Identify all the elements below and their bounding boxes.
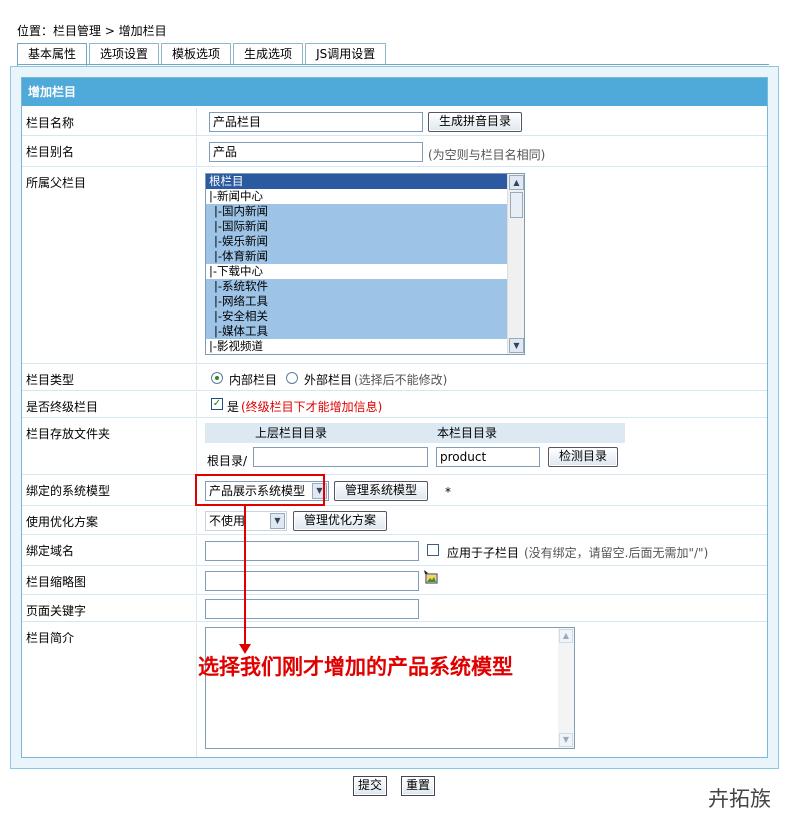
label-model: 绑定的系统模型 <box>22 476 197 505</box>
radio-internal-label: 内部栏目 <box>229 373 278 387</box>
thumb-input[interactable] <box>205 571 419 591</box>
manage-optimize-button[interactable]: 管理优化方案 <box>293 511 388 531</box>
domain-input[interactable] <box>205 541 419 561</box>
list-item[interactable]: |-影视频道 <box>206 339 524 354</box>
radio-external-label: 外部栏目 <box>304 373 353 387</box>
list-item[interactable]: |-系统软件 <box>206 279 524 294</box>
check-dir-button[interactable]: 检测目录 <box>548 447 619 467</box>
manage-model-button[interactable]: 管理系统模型 <box>334 481 429 501</box>
label-optimize: 使用优化方案 <box>22 507 197 534</box>
optimize-select[interactable]: 不使用 ▼ <box>205 511 287 531</box>
breadcrumb: 位置：栏目管理 > 增加栏目 <box>17 24 167 38</box>
alias-hint: (为空则与栏目名相同) <box>428 148 546 162</box>
label-domain: 绑定域名 <box>22 536 197 565</box>
intro-textarea[interactable]: ▲ ▼ <box>205 627 575 749</box>
apply-children-checkbox[interactable] <box>427 544 439 556</box>
annotation-text: 选择我们刚才增加的产品系统模型 <box>198 654 513 679</box>
list-item[interactable]: |-媒体工具 <box>206 324 524 339</box>
row-keywords: 页面关键字 <box>22 596 767 622</box>
row-domain: 绑定域名 应用于子栏目 (没有绑定，请留空.后面无需加"/") <box>22 536 767 566</box>
scroll-down-icon[interactable]: ▼ <box>559 733 573 747</box>
type-hint: (选择后不能修改) <box>354 373 448 387</box>
scroll-thumb[interactable] <box>510 192 523 218</box>
label-name: 栏目名称 <box>22 108 197 135</box>
submit-button[interactable]: 提交 <box>353 776 388 796</box>
listbox-scrollbar[interactable]: ▲ ▼ <box>507 174 524 354</box>
label-intro: 栏目简介 <box>22 623 197 757</box>
list-item[interactable]: |-新闻中心 <box>206 189 524 204</box>
keywords-input[interactable] <box>205 599 419 619</box>
row-model: 绑定的系统模型 产品展示系统模型 ▼ 管理系统模型 * <box>22 476 767 506</box>
tab-js[interactable]: JS调用设置 <box>305 43 387 65</box>
tab-generate[interactable]: 生成选项 <box>233 43 304 65</box>
row-name: 栏目名称 产品栏目 生成拼音目录 <box>22 108 767 136</box>
folder-header: 上层栏目目录 本栏目目录 <box>205 423 625 443</box>
row-parent: 所属父栏目 根栏目 |-新闻中心 |-国内新闻 |-国际新闻 |-娱乐新闻 |-… <box>22 168 767 364</box>
label-alias: 栏目别名 <box>22 137 197 166</box>
list-item[interactable]: |-安全相关 <box>206 309 524 324</box>
highlight-box <box>195 474 325 506</box>
image-picker-icon[interactable] <box>424 570 438 584</box>
tab-options[interactable]: 选项设置 <box>89 43 160 65</box>
list-item[interactable]: |-国内新闻 <box>206 204 524 219</box>
row-optimize: 使用优化方案 不使用 ▼ 管理优化方案 <box>22 507 767 535</box>
col-parent-dir: 上层栏目目录 <box>255 426 328 440</box>
scroll-up-icon[interactable]: ▲ <box>509 175 524 190</box>
chevron-down-icon[interactable]: ▼ <box>270 513 285 529</box>
reset-button[interactable]: 重置 <box>401 776 436 796</box>
parent-dir-input[interactable] <box>253 447 428 467</box>
textarea-scrollbar[interactable]: ▲ ▼ <box>558 628 574 748</box>
list-item[interactable]: 根栏目 <box>206 174 524 189</box>
root-prefix: 根目录/ <box>207 454 248 468</box>
final-checkbox[interactable]: ✓ <box>211 398 223 410</box>
name-input[interactable]: 产品栏目 <box>209 112 423 132</box>
label-parent: 所属父栏目 <box>22 168 197 363</box>
scroll-up-icon[interactable]: ▲ <box>559 629 573 643</box>
list-item[interactable]: |-网络工具 <box>206 294 524 309</box>
label-type: 栏目类型 <box>22 365 197 390</box>
radio-internal[interactable] <box>211 372 223 384</box>
tab-divider <box>17 64 769 65</box>
tab-templates[interactable]: 模板选项 <box>161 43 232 65</box>
row-alias: 栏目别名 产品 (为空则与栏目名相同) <box>22 137 767 167</box>
row-thumb: 栏目缩略图 <box>22 567 767 595</box>
row-type: 栏目类型 内部栏目 外部栏目 (选择后不能修改) <box>22 365 767 391</box>
label-thumb: 栏目缩略图 <box>22 567 197 594</box>
scroll-down-icon[interactable]: ▼ <box>509 338 524 353</box>
final-hint: (终级栏目下才能增加信息) <box>241 400 383 414</box>
row-folder: 栏目存放文件夹 上层栏目目录 本栏目目录 根目录/ product 检测目录 <box>22 419 767 475</box>
list-item[interactable]: |-下载中心 <box>206 264 524 279</box>
optimize-select-value: 不使用 <box>209 514 246 528</box>
form-header: 增加栏目 <box>22 78 767 106</box>
tab-basic[interactable]: 基本属性 <box>17 43 88 66</box>
parent-listbox[interactable]: 根栏目 |-新闻中心 |-国内新闻 |-国际新闻 |-娱乐新闻 |-体育新闻 |… <box>205 173 525 355</box>
list-item[interactable]: |-娱乐新闻 <box>206 234 524 249</box>
row-intro: 栏目简介 ▲ ▼ <box>22 623 767 757</box>
required-marker: * <box>445 485 451 499</box>
tab-bar: 基本属性 选项设置 模板选项 生成选项 JS调用设置 <box>17 43 388 66</box>
label-keywords: 页面关键字 <box>22 596 197 621</box>
radio-external[interactable] <box>286 372 298 384</box>
generate-pinyin-button[interactable]: 生成拼音目录 <box>428 112 523 132</box>
list-item[interactable]: |-国际新闻 <box>206 219 524 234</box>
apply-children-label: 应用于子栏目 <box>447 546 520 560</box>
list-item[interactable]: |-体育新闻 <box>206 249 524 264</box>
watermark: 卉拓族 <box>708 787 771 811</box>
row-final: 是否终级栏目 ✓ 是 (终级栏目下才能增加信息) <box>22 392 767 418</box>
col-self-dir: 本栏目目录 <box>437 426 498 440</box>
annotation-line <box>244 506 246 646</box>
label-folder: 栏目存放文件夹 <box>22 419 197 474</box>
final-check-label: 是 <box>227 400 240 414</box>
domain-hint: (没有绑定，请留空.后面无需加"/") <box>524 546 709 560</box>
label-final: 是否终级栏目 <box>22 392 197 417</box>
alias-input[interactable]: 产品 <box>209 142 423 162</box>
dir-input[interactable]: product <box>436 447 540 467</box>
